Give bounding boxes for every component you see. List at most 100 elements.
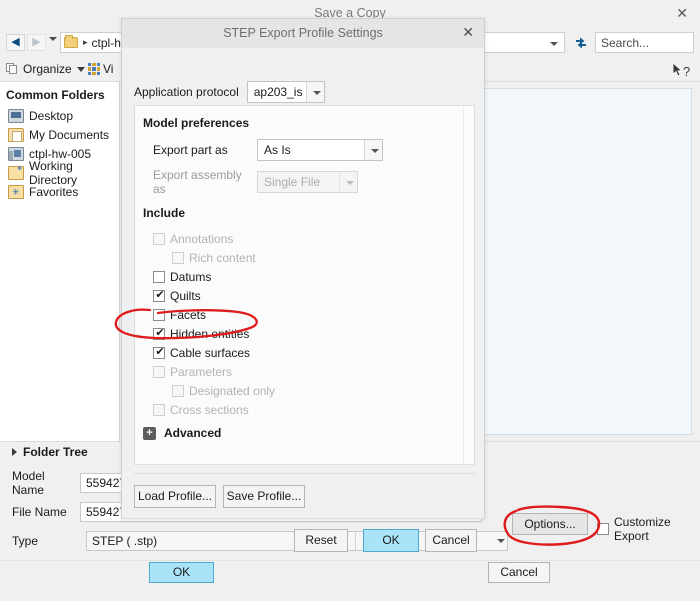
sidebar-item-my-documents[interactable]: My Documents (0, 125, 119, 144)
stack-icon (6, 63, 19, 75)
ok-button[interactable]: OK (149, 562, 214, 583)
search-placeholder: Search... (601, 35, 650, 50)
panel-scrollbar[interactable] (463, 106, 474, 464)
chevron-down-icon (339, 172, 357, 192)
checkbox-parameters: Parameters (153, 363, 232, 381)
organize-label: Organize (23, 62, 72, 76)
cancel-button[interactable]: Cancel (425, 529, 477, 552)
checkbox-label: Datums (170, 270, 212, 284)
checkbox-box (172, 385, 184, 397)
checkbox-label: Facets (170, 308, 207, 322)
grid-icon (88, 63, 100, 75)
divider (122, 518, 484, 519)
customize-export-checkbox[interactable]: Customize Export (597, 515, 700, 543)
customize-export-label: Customize Export (614, 515, 671, 543)
sidebar-item-label: Desktop (29, 108, 74, 123)
load-profile-button[interactable]: Load Profile... (134, 485, 216, 508)
checkbox-label: Cable surfaces (170, 346, 251, 360)
folder-icon (64, 35, 78, 48)
model-preferences-heading: Model preferences (143, 116, 250, 130)
close-icon[interactable]: ✕ (676, 5, 688, 22)
refresh-icon[interactable] (571, 32, 591, 53)
forward-icon[interactable]: ▶ (27, 34, 46, 51)
chevron-down-icon[interactable] (49, 37, 57, 41)
checkbox-label: Cross sections (170, 403, 249, 417)
desktop-icon (8, 108, 24, 123)
application-protocol-row: Application protocol ap203_is (134, 81, 325, 103)
checkbox-box (153, 309, 165, 321)
checkbox-box (153, 288, 166, 302)
divider (355, 531, 356, 550)
checkbox-quilts[interactable]: Quilts (153, 287, 201, 305)
checkbox-box (153, 366, 165, 378)
search-input[interactable]: Search... (595, 32, 694, 53)
back-icon[interactable]: ◀ (6, 34, 25, 51)
checkbox-label: Annotations (170, 232, 234, 246)
close-icon[interactable]: ✕ (462, 24, 474, 41)
documents-folder-icon (8, 127, 24, 142)
advanced-label: Advanced (164, 426, 222, 440)
checkbox-rich-content: Rich content (172, 249, 256, 267)
chevron-down-icon[interactable] (497, 539, 505, 543)
chevron-down-icon (305, 82, 324, 102)
dialog-body: Application protocol ap203_is Model pref… (122, 48, 484, 552)
organize-button[interactable]: Organize (6, 59, 85, 79)
file-name-label: File Name (12, 505, 67, 519)
export-part-as-select[interactable]: As Is (257, 139, 383, 161)
working-directory-icon (8, 164, 24, 180)
save-profile-button[interactable]: Save Profile... (223, 485, 305, 508)
checkbox-box (172, 252, 184, 264)
export-part-as-row: Export part as As Is (153, 139, 383, 161)
help-cursor-icon: ? (672, 62, 696, 80)
sidebar-item-desktop[interactable]: Desktop (0, 106, 119, 125)
checkbox-label: Quilts (170, 289, 201, 303)
export-part-as-value: As Is (264, 143, 291, 157)
folder-tree-expander[interactable]: Folder Tree (12, 445, 88, 459)
checkbox-facets[interactable]: Facets (153, 306, 206, 324)
options-button[interactable]: Options... (512, 513, 588, 535)
checkbox-hidden-entities[interactable]: Hidden entities (153, 325, 249, 343)
export-assembly-as-label: Export assembly as (153, 168, 242, 196)
reset-button[interactable]: Reset (294, 529, 348, 552)
sidebar-item-working-directory[interactable]: Working Directory (0, 159, 119, 187)
plus-icon: + (143, 426, 156, 440)
chevron-down-icon[interactable] (550, 42, 558, 46)
sidebar-item-label: My Documents (29, 127, 110, 142)
application-protocol-label: Application protocol (134, 85, 239, 99)
sidebar-item-label: Favorites (29, 184, 79, 199)
checkbox-label: Rich content (189, 251, 256, 265)
checkbox-box (153, 404, 165, 416)
export-assembly-as-value: Single File (264, 175, 321, 189)
advanced-expander[interactable]: + Advanced (143, 426, 221, 440)
checkbox-label: Parameters (170, 365, 233, 379)
svg-text:?: ? (683, 64, 690, 79)
checkbox-designated-only: Designated only (172, 382, 275, 400)
breadcrumb-separator-icon: ▸ (83, 37, 88, 47)
include-heading: Include (143, 206, 186, 220)
divider (134, 473, 475, 474)
breadcrumb-path: ctpl-h (91, 35, 121, 50)
model-name-label: Model Name (12, 469, 45, 497)
checkbox-cable-surfaces[interactable]: Cable surfaces (153, 344, 250, 362)
checkbox-box (153, 345, 166, 359)
application-protocol-select[interactable]: ap203_is (246, 81, 325, 103)
folder-tree-label: Folder Tree (23, 445, 88, 459)
checkbox-box (153, 271, 165, 283)
chevron-down-icon (76, 66, 85, 72)
dialog-titlebar: STEP Export Profile Settings ✕ (122, 19, 484, 48)
checkbox-label: Designated only (189, 384, 276, 398)
views-button[interactable]: Vi (88, 59, 113, 79)
checkbox-label: Hidden entities (170, 327, 250, 341)
export-part-as-label: Export part as (153, 143, 228, 157)
checkbox-datums[interactable]: Datums (153, 268, 211, 286)
settings-scroll-panel: Model preferences Export part as As Is E… (134, 105, 475, 465)
ok-button[interactable]: OK (363, 529, 419, 552)
checkbox-box (153, 233, 165, 245)
step-export-profile-settings-dialog: STEP Export Profile Settings ✕ Applicati… (121, 18, 485, 552)
sidebar-header: Common Folders (6, 88, 105, 102)
cancel-button[interactable]: Cancel (488, 562, 550, 583)
checkbox-box (153, 326, 166, 340)
window-footer (0, 560, 700, 601)
chevron-down-icon (364, 140, 382, 160)
checkbox-annotations: Annotations (153, 230, 233, 248)
